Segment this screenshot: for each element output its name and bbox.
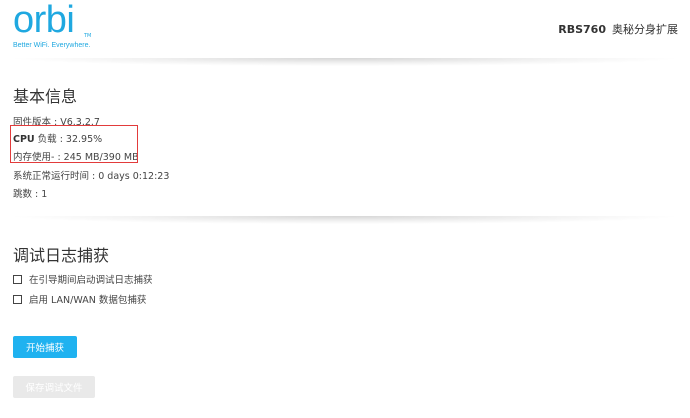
model-info: RBS760 奥秘分身扩展 (558, 21, 678, 37)
start-capture-button[interactable]: 开始捕获 (13, 336, 77, 358)
lan-wan-capture-label: 启用 LAN/WAN 数据包捕获 (29, 295, 147, 306)
system-uptime: 系统正常运行时间 : 0 days 0:12:23 (13, 171, 170, 182)
section-divider (15, 216, 675, 224)
boot-capture-option[interactable]: 在引导期间启动调试日志捕获 (13, 273, 153, 286)
logo-trademark: TM (84, 33, 92, 39)
lan-wan-capture-option[interactable]: 启用 LAN/WAN 数据包捕获 (13, 293, 147, 306)
header: orbi TM Better WiFi. Everywhere. RBS760 奥… (0, 0, 690, 58)
lan-wan-capture-checkbox[interactable] (13, 294, 22, 304)
orbi-logo: orbi TM Better WiFi. Everywhere. (13, 0, 103, 49)
logo-wordmark: orbi (13, 0, 75, 41)
basic-info-title: 基本信息 (13, 87, 78, 106)
page: orbi TM Better WiFi. Everywhere. RBS760 奥… (0, 0, 690, 418)
logo-tagline: Better WiFi. Everywhere. (13, 42, 91, 49)
boot-capture-label: 在引导期间启动调试日志捕获 (29, 275, 153, 286)
model-description: 奥秘分身扩展 (612, 23, 678, 36)
model-code: RBS760 (558, 23, 606, 36)
save-debug-file-button[interactable]: 保存调试文件 (13, 376, 95, 398)
header-divider (15, 58, 675, 66)
hop-count: 跳数 : 1 (13, 189, 48, 200)
debug-capture-title: 调试日志捕获 (13, 246, 110, 265)
boot-capture-checkbox[interactable] (13, 274, 22, 284)
highlight-box (10, 125, 138, 163)
